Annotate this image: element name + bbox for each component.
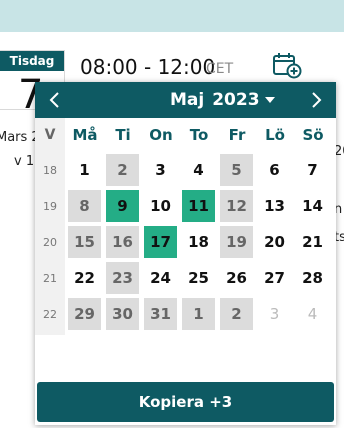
calendar-day[interactable]: 19: [220, 226, 253, 258]
calendar-day[interactable]: 20: [258, 226, 291, 258]
calendar-day[interactable]: 6: [258, 154, 291, 186]
timezone: CET: [206, 61, 234, 77]
calendar-day[interactable]: 29: [68, 298, 101, 330]
calendar-day[interactable]: 4: [182, 154, 215, 186]
month-year-selector[interactable]: Maj 2023: [170, 82, 275, 118]
calendar-day[interactable]: 28: [296, 262, 329, 294]
calendar-day[interactable]: 5: [220, 154, 253, 186]
calendar-day[interactable]: 24: [144, 262, 177, 294]
day-name: Tisdag: [0, 51, 64, 71]
week-column-header: V: [44, 127, 56, 143]
calendar-day[interactable]: 15: [68, 226, 101, 258]
weekday-header: Fr: [228, 126, 246, 144]
calendar-day[interactable]: 27: [258, 262, 291, 294]
calendar-day[interactable]: 26: [220, 262, 253, 294]
calendar-day-selected[interactable]: 17: [144, 226, 177, 258]
calendar-day[interactable]: 18: [182, 226, 215, 258]
calendar-day: 3: [269, 305, 280, 323]
calendar-add-icon[interactable]: [272, 50, 302, 80]
calendar-day[interactable]: 7: [296, 154, 329, 186]
calendar-day[interactable]: 14: [296, 190, 329, 222]
calendar-day[interactable]: 31: [144, 298, 177, 330]
weekday-header: Ti: [115, 126, 131, 144]
top-bar: [0, 0, 344, 32]
weekday-header: Må: [72, 126, 98, 144]
calendar-day[interactable]: 2: [220, 298, 253, 330]
time-range: 08:00 - 12:00: [80, 55, 216, 79]
prev-month-button[interactable]: [37, 82, 73, 118]
calendar-day[interactable]: 22: [68, 262, 101, 294]
calendar-day[interactable]: 3: [144, 154, 177, 186]
calendar-day[interactable]: 8: [68, 190, 101, 222]
calendar-day[interactable]: 10: [144, 190, 177, 222]
calendar-day[interactable]: 23: [106, 262, 139, 294]
copy-button[interactable]: Kopiera +3: [37, 382, 334, 422]
week-text: v 1: [14, 154, 35, 169]
weekday-header: On: [149, 126, 173, 144]
date-picker-popover: Maj 2023 V Må Ti On To Fr Lö Sö 18 1 2 3 4 5 6 7 19 8 9 10 1…: [35, 82, 336, 425]
week-number: 19: [43, 199, 57, 213]
week-number: 22: [43, 307, 57, 321]
month-label: Maj: [170, 90, 205, 110]
calendar-day: 4: [307, 305, 318, 323]
date-text: Mars 2: [0, 130, 40, 145]
next-month-button[interactable]: [298, 82, 334, 118]
calendar-day-selected[interactable]: 11: [182, 190, 215, 222]
chevron-left-icon: [49, 92, 59, 108]
calendar-day[interactable]: 13: [258, 190, 291, 222]
calendar-day[interactable]: 30: [106, 298, 139, 330]
calendar-day[interactable]: 25: [182, 262, 215, 294]
year-label: 2023: [212, 90, 260, 110]
calendar-day[interactable]: 1: [68, 154, 101, 186]
weekday-header: Lö: [265, 126, 285, 144]
calendar-day[interactable]: 21: [296, 226, 329, 258]
week-number: 20: [43, 235, 57, 249]
caret-down-icon: [264, 97, 275, 103]
calendar-day[interactable]: 1: [182, 298, 215, 330]
chevron-right-icon: [312, 92, 322, 108]
week-number: 21: [43, 271, 57, 285]
calendar-header: Maj 2023: [35, 82, 336, 118]
week-number: 18: [43, 163, 57, 177]
calendar-day[interactable]: 16: [106, 226, 139, 258]
calendar-day-selected[interactable]: 9: [106, 190, 139, 222]
calendar-day[interactable]: 12: [220, 190, 253, 222]
weekday-header: Sö: [302, 126, 324, 144]
calendar-day[interactable]: 2: [106, 154, 139, 186]
weekday-header: To: [189, 126, 209, 144]
